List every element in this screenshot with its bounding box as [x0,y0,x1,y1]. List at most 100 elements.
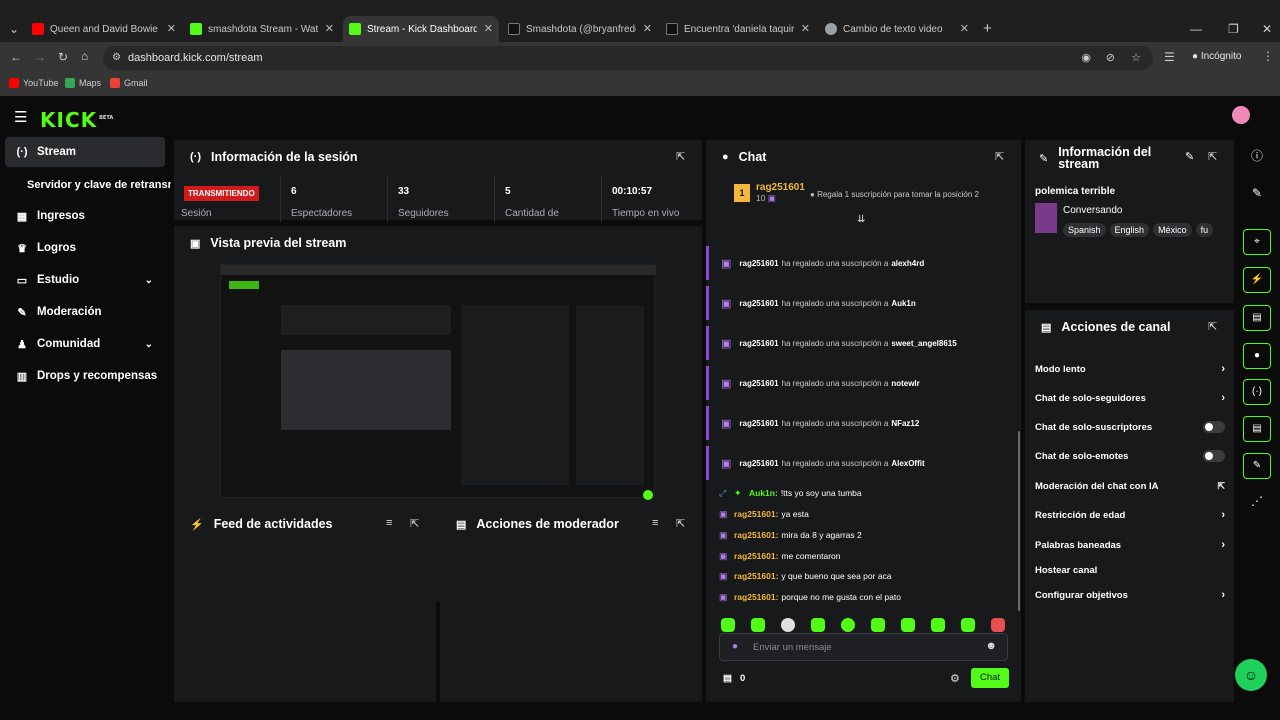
close-icon[interactable]: ✕ [643,22,652,35]
emote-icon[interactable] [871,618,885,632]
notes-widget-button[interactable]: ▤ [1243,305,1271,331]
tracking-icon[interactable]: ⊘ [1106,46,1115,70]
browser-tab[interactable]: Encuentra 'daniela taquire' en T ✕ [660,16,816,42]
chat-username[interactable]: rag251601: [734,551,778,561]
popout-icon[interactable]: ⇱ [676,150,685,163]
chat-scrollbar[interactable] [1018,431,1020,611]
window-close-icon[interactable]: ✕ [1262,22,1272,36]
expand-leaderboard-icon[interactable]: ⇊ [857,214,865,225]
popout-icon[interactable]: ⇱ [1208,150,1217,163]
incognito-chip[interactable]: ● Incógnito [1192,51,1241,62]
browser-tab-active[interactable]: Stream - Kick Dashboard ✕ [343,16,499,42]
event-target[interactable]: NFaz12 [891,419,919,428]
action-host-channel[interactable]: Hostear canal [1035,560,1225,580]
reload-icon[interactable]: ↻ [58,50,68,64]
browser-tab[interactable]: smashdota Stream - Watch Live ✕ [184,16,340,42]
sidebar-item-comunidad[interactable]: ♟ Comunidad ⌄ [5,329,165,359]
chat-settings-icon[interactable]: ⚙ [950,672,960,685]
emoji-icon[interactable]: ☻ [985,640,997,652]
action-goals[interactable]: Configurar objetivos › [1035,585,1225,605]
gift-prompt[interactable]: ● Regala 1 suscripción para tomar la pos… [810,190,979,199]
forward-icon[interactable]: → [34,50,46,64]
tab-list-icon[interactable]: ☰ [1164,50,1175,64]
event-target[interactable]: alexh4rd [891,259,924,268]
filter-icon[interactable]: ≡ [386,517,392,529]
edit-icon[interactable]: ✎ [1185,150,1194,163]
stream-info-widget-button[interactable]: ✎ [1243,453,1271,479]
close-icon[interactable]: ✕ [960,22,969,35]
back-icon[interactable]: ← [10,50,22,64]
action-slow-mode[interactable]: Modo lento › [1035,359,1225,379]
camera-widget-button[interactable]: ⌖ [1243,229,1271,255]
close-icon[interactable]: ✕ [801,22,810,35]
microphone-icon[interactable]: ● [732,641,738,652]
popout-icon[interactable]: ⇱ [995,150,1004,163]
emote-icon[interactable] [721,618,735,632]
sidebar-item-logros[interactable]: ♛ Logros [5,233,165,263]
subscribers-only-toggle[interactable] [1203,421,1225,433]
minimize-icon[interactable]: — [1190,22,1202,36]
site-info-icon[interactable]: ⚙ [112,46,121,70]
emote-icon[interactable] [781,618,795,632]
avatar[interactable] [1232,106,1250,124]
event-user[interactable]: rag251601 [739,459,778,468]
category-name[interactable]: Conversando [1063,205,1122,216]
close-icon[interactable]: ✕ [325,22,334,35]
support-chat-button[interactable]: ☺ [1235,659,1267,691]
event-user[interactable]: rag251601 [739,339,778,348]
filter-icon[interactable]: ≡ [652,517,658,529]
send-chat-button[interactable]: Chat [971,668,1009,688]
action-followers-only[interactable]: Chat de solo-seguidores › [1035,388,1225,408]
chat-username[interactable]: rag251601: [734,530,778,540]
action-ai-moderation[interactable]: Moderación del chat con IA ⇱ [1035,476,1225,496]
chat-input[interactable]: ● Enviar un mensaje ☻ [719,633,1008,661]
more-menu-icon[interactable]: ⋮ [1262,49,1274,63]
kick-logo[interactable]: KICK BETA [40,108,113,132]
popout-icon[interactable]: ⇱ [676,517,685,530]
chat-username[interactable]: rag251601: [734,509,778,519]
browser-tab[interactable]: Cambio de texto video ✕ [819,16,975,42]
sidebar-item-server-key[interactable]: Servidor y clave de retransmisión [17,170,171,200]
popout-icon[interactable]: ⇱ [410,517,419,530]
channel-points[interactable]: ▤ 0 [723,673,745,684]
event-target[interactable]: AlexOffit [891,459,924,468]
bookmark-maps[interactable]: Maps [65,78,101,88]
emote-icon[interactable] [751,618,765,632]
action-age-restriction[interactable]: Restricción de edad › [1035,505,1225,525]
emotes-only-toggle[interactable] [1203,450,1225,462]
emote-icon[interactable] [961,618,975,632]
home-icon[interactable]: ⌂ [81,49,88,63]
bookmark-gmail[interactable]: Gmail [110,78,148,88]
emote-icon[interactable] [931,618,945,632]
sidebar-item-estudio[interactable]: ▭ Estudio ⌄ [5,265,165,295]
sidebar-item-drops[interactable]: ▥ Drops y recompensas [5,361,165,391]
stream-preview-video[interactable] [220,264,656,500]
address-bar[interactable]: ⚙ dashboard.kick.com/stream ◉ ⊘ ☆ [103,46,1153,70]
emote-icon[interactable] [841,618,855,632]
emote-icon[interactable] [811,618,825,632]
close-icon[interactable]: ✕ [167,22,176,35]
edit-layout-icon[interactable]: ✎ [1243,180,1271,206]
tag[interactable]: México [1153,223,1192,237]
eye-off-icon[interactable]: ◉ [1081,46,1091,70]
tab-search-icon[interactable]: ⌄ [9,22,19,36]
event-user[interactable]: rag251601 [739,299,778,308]
chat-widget-button[interactable]: ● [1243,343,1271,369]
tag[interactable]: Spanish [1063,223,1106,237]
tag[interactable]: fu [1195,223,1214,237]
event-user[interactable]: rag251601 [739,259,778,268]
chat-username[interactable]: rag251601: [734,571,778,581]
close-icon[interactable]: ✕ [484,22,493,35]
sidebar-item-ingresos[interactable]: ▦ Ingresos [5,201,165,231]
action-banned-words[interactable]: Palabras baneadas › [1035,535,1225,555]
emote-icon[interactable] [991,618,1005,632]
session-widget-button[interactable]: (·) [1243,379,1271,405]
sidebar-item-moderacion[interactable]: ✎ Moderación [5,297,165,327]
tag[interactable]: English [1109,223,1150,237]
bookmark-youtube[interactable]: YouTube [9,78,58,88]
info-icon[interactable]: ⓘ [1243,143,1271,169]
browser-tab[interactable]: Smashdota (@bryanfreddy) es ✕ [502,16,658,42]
sidebar-item-stream[interactable]: (·) Stream [5,137,165,167]
pinned-gifter[interactable]: 1 rag251601 10 ▣ [734,182,805,204]
chat-username[interactable]: Auk1n: [749,488,778,498]
